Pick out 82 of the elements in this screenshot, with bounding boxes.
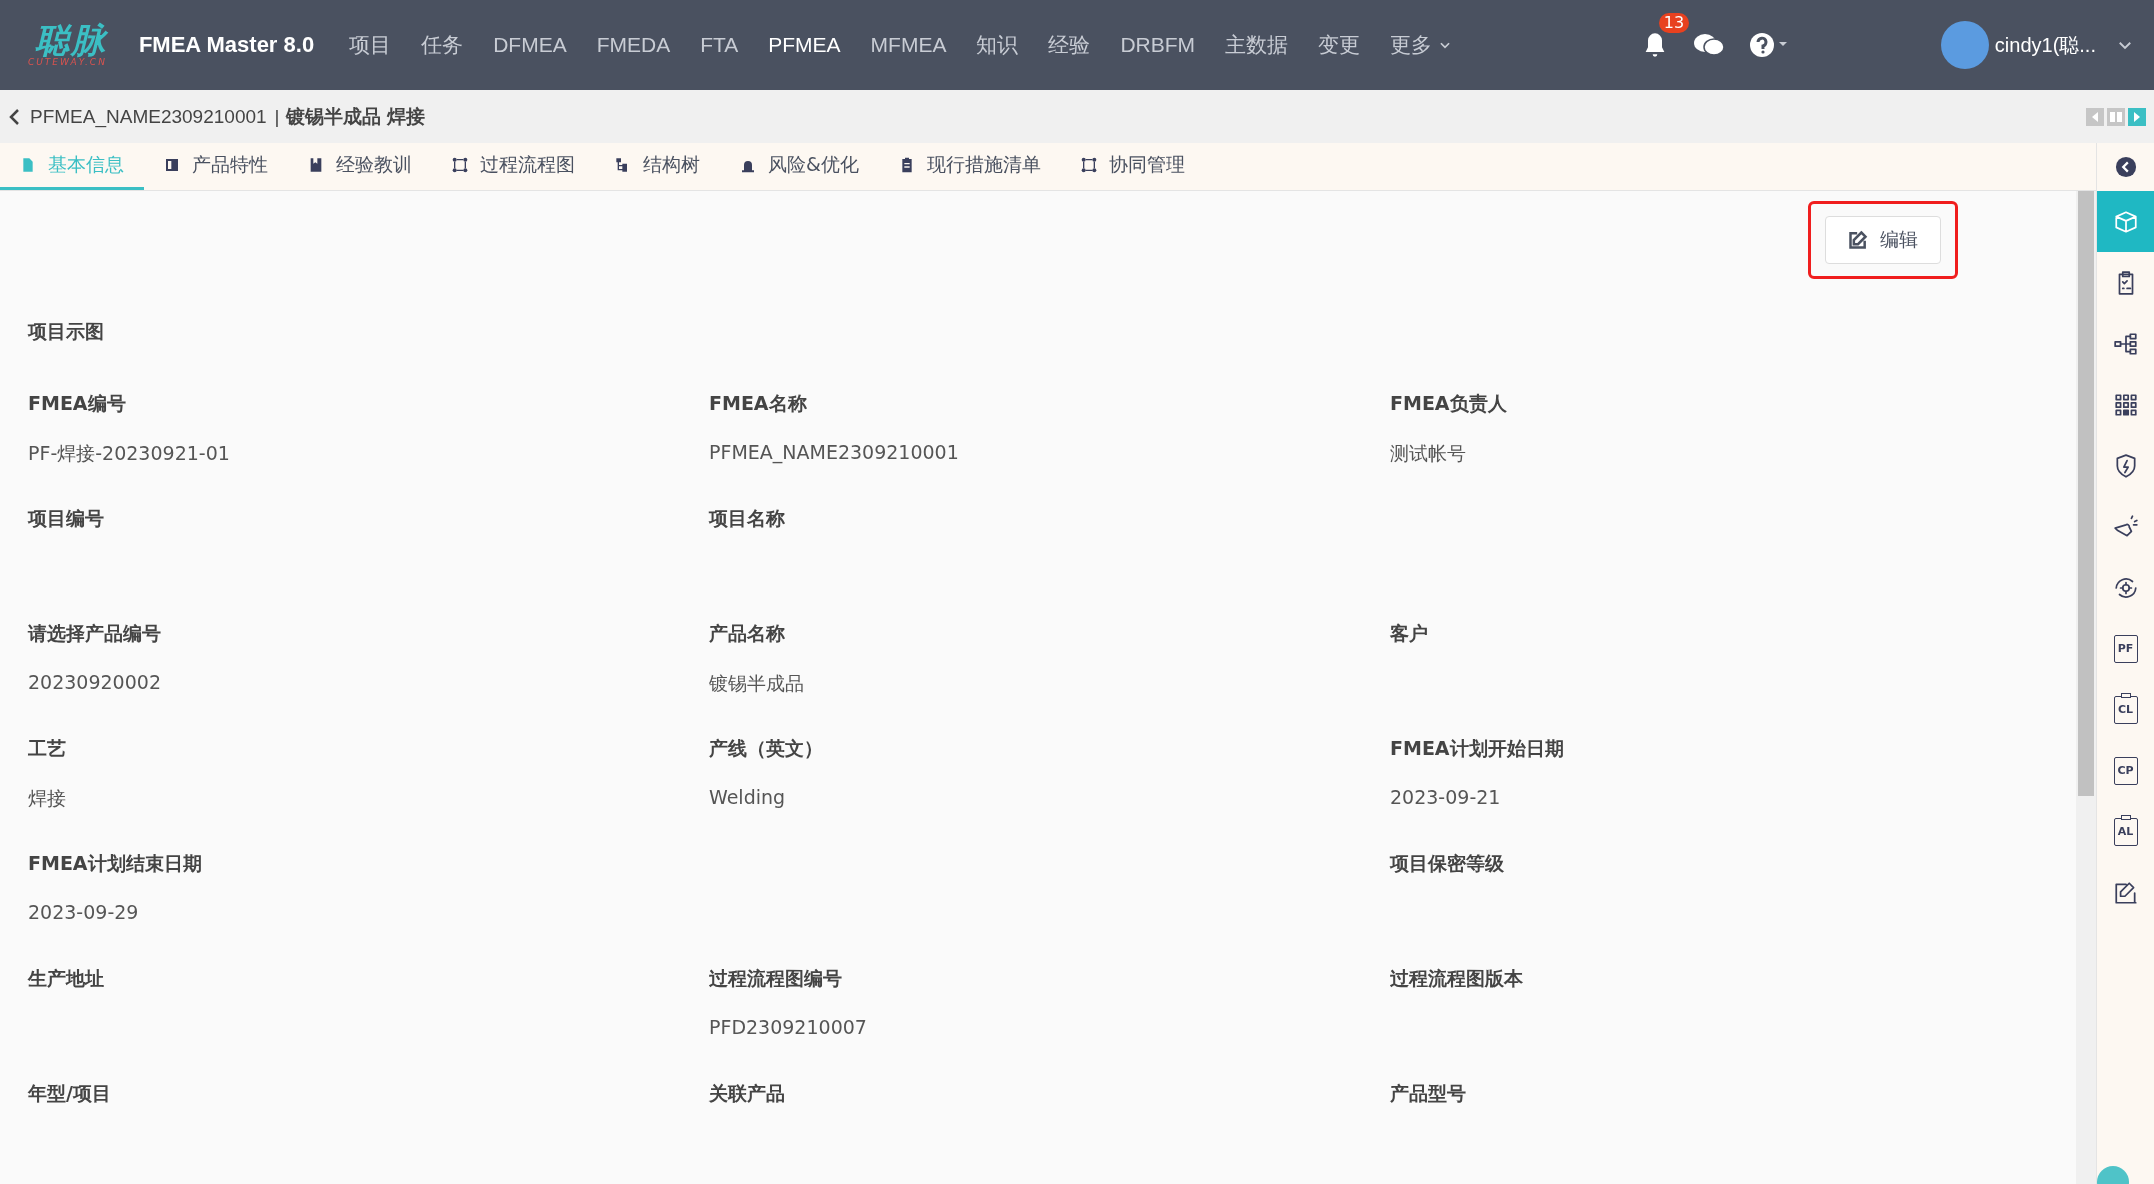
document-name: PFMEA_NAME2309210001	[30, 105, 267, 128]
field-label: 生产地址	[28, 966, 105, 991]
tab[interactable]: 产品特性	[144, 143, 288, 190]
field-label: FMEA计划开始日期	[1390, 736, 1565, 761]
edit-button[interactable]: 编辑	[1825, 216, 1941, 264]
nav-item[interactable]: MFMEA	[855, 33, 962, 57]
notification-count: 13	[1658, 13, 1690, 33]
help-menu-button[interactable]	[1748, 31, 1789, 59]
nav-item[interactable]: 变更	[1303, 31, 1376, 59]
section-title: 项目示图	[28, 319, 105, 344]
sidebar-tool[interactable]: PF	[2097, 618, 2154, 679]
nav-item[interactable]: FMEDA	[581, 33, 686, 57]
field-label: 过程流程图编号	[709, 966, 843, 991]
field-label: 项目编号	[28, 506, 105, 531]
field-label: 产线（英文）	[709, 736, 824, 761]
field-label: 项目名称	[709, 506, 786, 531]
nav-item[interactable]: DFMEA	[478, 33, 582, 57]
field-label: 工艺	[28, 736, 67, 761]
field-value: Welding	[709, 786, 787, 808]
field-label: 项目保密等级	[1390, 851, 1505, 876]
panel-icon	[164, 157, 180, 173]
book-icon	[308, 157, 324, 173]
logo: 聪脉 CUTEWAY.CN	[28, 23, 107, 67]
field-label: FMEA计划结束日期	[28, 851, 203, 876]
breadcrumb-separator: |	[274, 105, 280, 128]
user-name[interactable]: cindy1(聪...	[1994, 31, 2096, 59]
field-label: 过程流程图版本	[1390, 966, 1524, 991]
tab[interactable]: 风险&优化	[720, 143, 879, 190]
app-title: FMEA Master 8.0	[138, 32, 315, 58]
tab[interactable]: 结构树	[595, 143, 720, 190]
document-icon: AL	[2113, 817, 2138, 846]
field-label: 请选择产品编号	[28, 621, 162, 646]
field-label: 客户	[1390, 621, 1429, 646]
hierarchy-icon	[2112, 330, 2139, 357]
nodes-icon	[1080, 157, 1097, 173]
tab[interactable]: 现行措施清单	[878, 143, 1061, 190]
field-label: 关联产品	[709, 1081, 786, 1106]
field-label: FMEA编号	[28, 391, 127, 416]
grid-icon	[2112, 391, 2139, 418]
field-label: FMEA负责人	[1390, 391, 1508, 416]
field-label: FMEA名称	[709, 391, 808, 416]
document-icon	[20, 157, 36, 173]
nav-item[interactable]: 主数据	[1210, 31, 1304, 59]
right-triangle-icon	[2133, 111, 2141, 122]
field-value: 镀锡半成品	[709, 671, 805, 696]
sidebar-tool[interactable]: AL	[2097, 801, 2154, 862]
field-value: 2023-09-29	[28, 901, 140, 923]
field-label: 年型/项目	[28, 1081, 112, 1106]
field-label: 产品名称	[709, 621, 786, 646]
edit-icon	[2112, 879, 2139, 906]
field-value: 测试帐号	[1390, 441, 1467, 466]
nav-item[interactable]: 知识	[961, 31, 1034, 59]
sidebar-tool[interactable]: CL	[2097, 679, 2154, 740]
document-icon: CL	[2113, 695, 2138, 724]
page-title: 镀锡半成品 焊接	[285, 103, 426, 129]
document-icon: CP	[2113, 756, 2138, 785]
nav-item[interactable]: 任务	[406, 31, 479, 59]
edit-icon	[1848, 230, 1868, 250]
tab[interactable]: 过程流程图	[432, 143, 595, 190]
field-label: 产品型号	[1390, 1081, 1467, 1106]
field-value: PF-焊接-20230921-01	[28, 441, 231, 466]
nav-item[interactable]: DRBFM	[1105, 33, 1211, 57]
nodes-icon	[452, 157, 468, 173]
field-value: 2023-09-21	[1390, 786, 1502, 808]
user-avatar[interactable]	[1940, 21, 1989, 69]
collapse-icon[interactable]	[2114, 156, 2137, 178]
left-triangle-icon	[2091, 111, 2099, 122]
field-value: 20230920002	[28, 671, 162, 693]
nav-item[interactable]: 经验	[1033, 31, 1106, 59]
sidebar-tool[interactable]: CP	[2097, 740, 2154, 801]
tab[interactable]: 经验教训	[288, 143, 432, 190]
help-icon	[1748, 31, 1789, 59]
nav-item[interactable]: FTA	[685, 33, 754, 57]
field-value: PFMEA_NAME2309210001	[709, 441, 960, 463]
columns-icon	[2110, 111, 2122, 122]
nav-item[interactable]: PFMEA	[753, 33, 856, 57]
nav-item[interactable]: 更多	[1375, 31, 1468, 59]
field-value: PFD2309210007	[709, 1016, 868, 1038]
field-value: 焊接	[28, 786, 67, 811]
tab[interactable]: 协同管理	[1060, 143, 1205, 190]
nav-item[interactable]: 项目	[334, 31, 407, 59]
document-icon: PF	[2113, 634, 2138, 663]
